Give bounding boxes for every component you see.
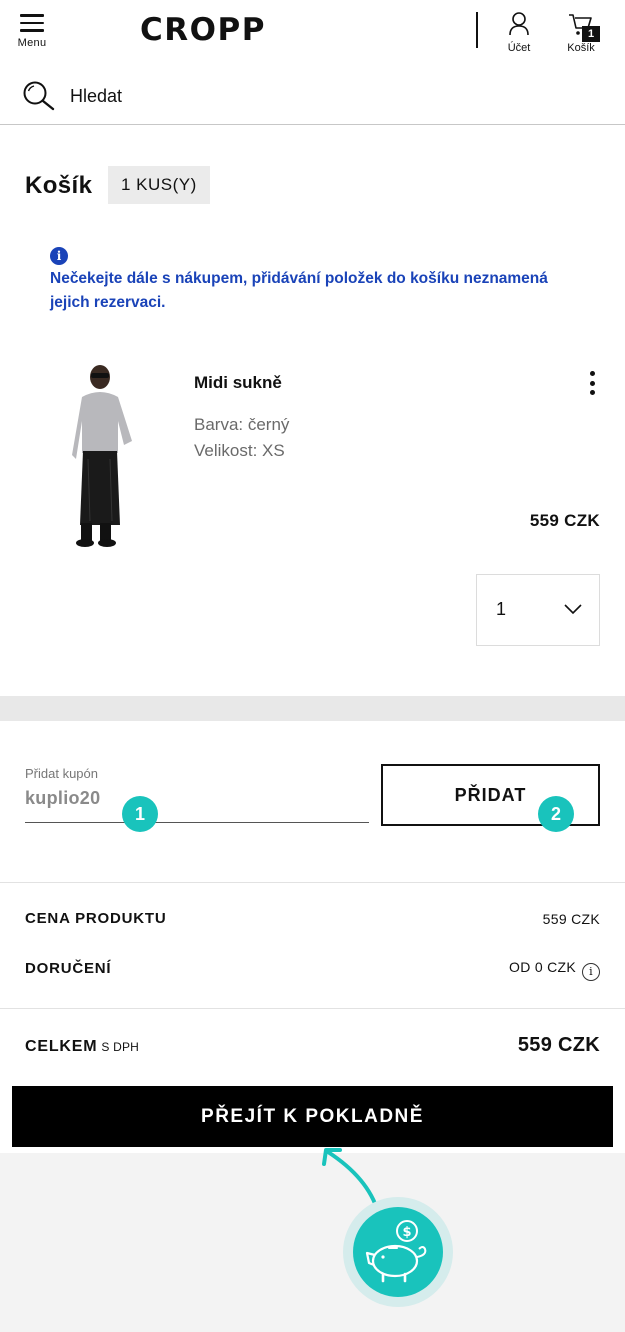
divider <box>0 882 625 883</box>
divider <box>0 1008 625 1009</box>
hamburger-icon <box>20 14 44 32</box>
menu-button[interactable]: Menu <box>12 12 52 56</box>
step-marker-1: 1 <box>122 796 158 832</box>
total-label: CELKEM S DPH <box>25 1038 139 1056</box>
quantity-value: 1 <box>496 599 507 619</box>
total-vat-note: S DPH <box>101 1040 140 1054</box>
product-price-label: CENA PRODUKTU <box>25 910 167 927</box>
checkout-button[interactable]: PŘEJÍT K POKLADNĚ <box>12 1086 613 1147</box>
user-icon <box>509 12 529 36</box>
coupon-input[interactable]: kuplio20 <box>25 788 100 809</box>
cart-button[interactable]: 1 Košík <box>562 12 600 54</box>
info-icon: i <box>50 247 68 265</box>
cart-label: Košík <box>567 42 595 54</box>
savings-badge: $ <box>343 1197 453 1307</box>
coupon-underline <box>25 822 369 823</box>
menu-label: Menu <box>17 36 47 49</box>
section-divider <box>0 696 625 721</box>
product-price-value: 559 CZK <box>542 911 600 927</box>
search-icon <box>23 81 55 111</box>
account-button[interactable]: Účet <box>500 12 538 54</box>
product-name[interactable]: Midi sukně <box>194 373 282 393</box>
product-size: Velikost: XS <box>194 441 285 460</box>
delivery-value: OD 0 CZK <box>509 959 576 975</box>
account-label: Účet <box>507 42 531 54</box>
logo[interactable]: CROPP <box>140 12 266 48</box>
product-attributes: Barva: černý Velikost: XS <box>194 412 289 464</box>
total-label-text: CELKEM <box>25 1038 98 1055</box>
quantity-select[interactable]: 1 <box>476 574 600 646</box>
more-options-icon[interactable] <box>584 371 600 399</box>
header-divider <box>476 12 478 48</box>
search-placeholder: Hledat <box>70 86 123 106</box>
product-price: 559 CZK <box>529 511 600 530</box>
header: Menu CROPP Účet 1 Košík <box>0 0 625 66</box>
search-bar[interactable]: Hledat <box>0 66 625 125</box>
page-title: Košík <box>25 172 93 199</box>
piggy-bank-icon: $ <box>353 1207 443 1297</box>
total-value: 559 CZK <box>517 1034 600 1056</box>
cart-count-badge: 1 <box>582 26 600 42</box>
product-color: Barva: černý <box>194 415 290 434</box>
step-marker-2: 2 <box>538 796 574 832</box>
delivery-label: DORUČENÍ <box>25 960 112 977</box>
coupon-label: Přidat kupón <box>25 766 98 781</box>
reservation-notice: Nečekejte dále s nákupem, přidávání polo… <box>50 270 548 311</box>
chevron-down-icon <box>564 604 582 615</box>
delivery-info-icon[interactable]: i <box>582 963 600 981</box>
product-image[interactable] <box>60 355 180 550</box>
items-count-badge: 1 KUS(Y) <box>108 166 210 204</box>
delivery-value-row: OD 0 CZK i <box>509 959 600 981</box>
svg-text:$: $ <box>402 1225 411 1240</box>
